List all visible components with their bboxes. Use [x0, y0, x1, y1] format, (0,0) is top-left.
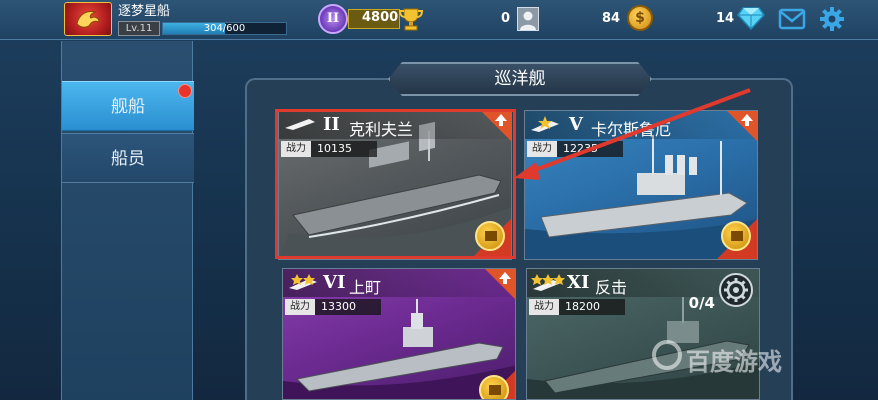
medal-icon[interactable] [721, 221, 751, 251]
power-value: 18200 [559, 299, 625, 315]
ship-tier: VI [323, 272, 346, 293]
mail-icon[interactable] [778, 7, 806, 31]
category-sidebar: 舰船 船员 [61, 41, 194, 400]
ship-name: 反击 [595, 278, 628, 297]
parts-count: 0/4 [688, 294, 715, 312]
ship-card-kamimachi[interactable]: VI 上町 战力 13300 [282, 268, 516, 400]
star-rank-icon [289, 274, 317, 290]
power-label: 战力 [529, 299, 559, 315]
diamond-icon[interactable] [737, 5, 765, 31]
player-name: 逐梦星船 [118, 4, 171, 19]
power-label: 战力 [285, 299, 315, 315]
medal-icon[interactable] [475, 221, 505, 251]
gear-icon[interactable] [818, 5, 846, 33]
xp-bar: 304/600 [162, 22, 287, 35]
tab-crew[interactable]: 船员 [62, 133, 194, 183]
power-label: 战力 [281, 141, 311, 157]
player-avatar[interactable] [64, 2, 112, 36]
player-level: Lv.11 [118, 21, 160, 36]
top-bar: 逐梦星船 Lv.11 304/600 II 4800 0 84 $ 14 [0, 0, 878, 40]
ship-tier: XI [567, 272, 590, 293]
person-icon [520, 11, 536, 30]
gold-coin-icon[interactable]: $ [627, 5, 653, 31]
notification-dot [178, 84, 192, 98]
rank-badge[interactable]: II [318, 4, 348, 34]
ship-name: 克利夫兰 [349, 120, 414, 139]
tab-ships[interactable]: 舰船 [62, 81, 194, 131]
pointer-arrow [514, 88, 751, 180]
cog-icon [724, 278, 748, 302]
gem-count: 14 [716, 11, 735, 26]
ship-class-icon [285, 119, 315, 130]
star-rank-icon [531, 274, 565, 291]
power-value: 10135 [311, 141, 377, 157]
ship-card-counterattack[interactable]: XI 反击 战力 18200 0/4 [526, 268, 760, 400]
watermark-logo-icon [652, 340, 682, 370]
ship-tier: II [323, 114, 340, 135]
ship-card-cleveland[interactable]: II 克利夫兰 战力 10135 [278, 110, 512, 260]
crew-count: 0 [501, 11, 511, 26]
watermark-text: 百度游戏 [686, 348, 782, 376]
trophy-count: 4800 [362, 10, 399, 25]
crew-portrait-icon[interactable] [517, 7, 539, 31]
dragon-emblem-icon [76, 11, 100, 28]
ship-name: 上町 [349, 278, 382, 297]
power-value: 13300 [315, 299, 381, 315]
coin-count: 84 [602, 11, 621, 26]
parts-gear-icon[interactable] [719, 273, 753, 307]
xp-text: 304/600 [203, 23, 246, 34]
medal-icon[interactable] [479, 375, 509, 399]
upgrade-arrow-icon [499, 272, 511, 284]
trophy-icon[interactable] [398, 6, 424, 32]
